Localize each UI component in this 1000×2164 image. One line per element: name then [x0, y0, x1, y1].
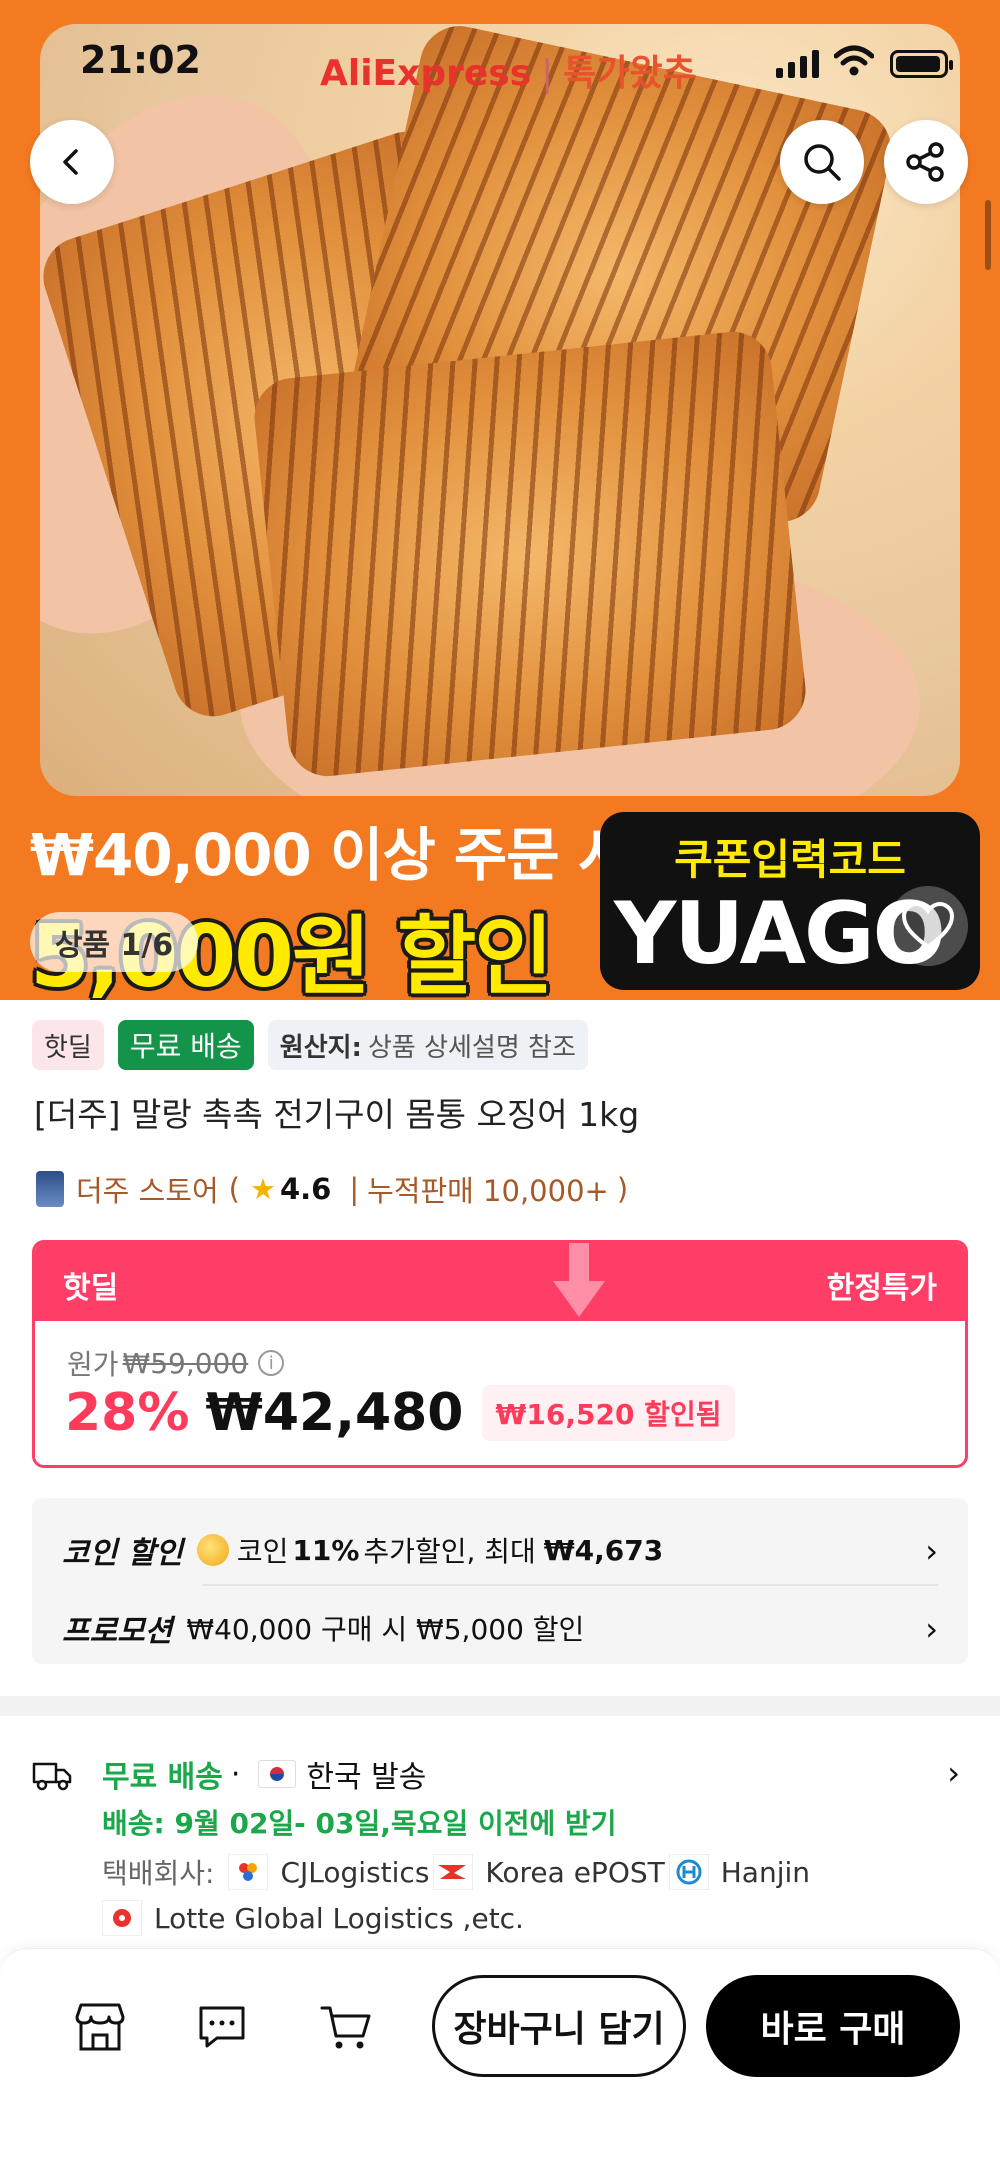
brand-name: AliExpress: [320, 53, 532, 94]
wifi-icon: [834, 45, 874, 76]
store-rating: 4.6: [279, 1172, 332, 1206]
courier-lotte: Lotte Global Logistics ,etc.: [154, 1901, 524, 1935]
origin-badge: 원산지: 상품 상세설명 참조: [267, 1020, 588, 1070]
coin-icon: [196, 1534, 229, 1566]
add-to-cart-button[interactable]: 장바구니 담기: [432, 1975, 686, 2077]
discount-percent: 28%: [65, 1383, 190, 1443]
saved-amount-badge: ₩16,520 할인됨: [481, 1385, 736, 1441]
coin-max: ₩4,673: [543, 1533, 664, 1567]
hot-deal-badge: 핫딜: [32, 1020, 104, 1070]
image-counter: 상품 1/6: [30, 912, 198, 972]
original-price-label: 원가: [67, 1348, 119, 1381]
price-header: 핫딜 한정특가: [35, 1243, 965, 1321]
shipping-dot: ·: [230, 1756, 241, 1792]
status-time: 21:02: [80, 38, 201, 82]
coin-percent: 11%: [292, 1533, 360, 1567]
store-link[interactable]: 더주 스토어 ( ★ 4.6 | 누적판매 10,000+ ): [36, 1168, 628, 1210]
free-shipping-label: 무료 배송: [102, 1760, 223, 1795]
info-icon[interactable]: i: [258, 1350, 285, 1376]
coin-discount-row[interactable]: 코인 할인 코인 11% 추가할인, 최대 ₩4,673 ›: [62, 1528, 938, 1572]
product-image-gallery[interactable]: ₩40,000 이상 주문 시 5,000원 할인 쿠폰입력코드 YUAGO 2…: [0, 0, 1000, 1000]
wishlist-button[interactable]: [888, 886, 968, 966]
epost-logo-icon: [433, 1854, 474, 1890]
ship-from: 한국 발송: [306, 1760, 427, 1795]
heart-icon: [901, 901, 955, 950]
brand-divider: |: [541, 53, 554, 94]
share-icon: [906, 142, 944, 182]
price-box: 핫딜 한정특가 원가 ₩59,000 i 28% ₩42,480 ₩16,520…: [32, 1240, 968, 1468]
signal-icon: [776, 48, 819, 78]
coin-text-mid: 추가할인, 최대: [363, 1535, 536, 1568]
cart-icon: [320, 2006, 371, 2049]
hot-deal-label: 핫딜: [63, 1271, 119, 1306]
share-button[interactable]: [884, 120, 968, 204]
cj-logo-icon: [228, 1854, 269, 1890]
promotion-row[interactable]: 프로모션 ₩40,000 구매 시 ₩5,000 할인 ›: [62, 1606, 938, 1650]
courier-cj: CJLogistics: [280, 1855, 430, 1889]
promo-threshold: ₩40,000 이상 주문 시: [30, 821, 631, 889]
brand-header: AliExpress | 특가왔추: [320, 44, 696, 96]
korea-flag-icon: [258, 1760, 297, 1788]
chevron-left-icon: [63, 149, 78, 175]
coupon-label: 쿠폰입력코드: [674, 835, 906, 884]
lotte-logo-icon: [102, 1900, 142, 1936]
store-sales: 누적판매 10,000+: [367, 1174, 609, 1208]
original-price-row: 원가 ₩59,000 i: [67, 1343, 285, 1383]
courier-row: 택배회사: CJLogistics Korea ePOST Hanjin: [102, 1852, 810, 1892]
paren-close: ): [616, 1172, 629, 1206]
limited-offer-label: 한정특가: [826, 1271, 937, 1306]
section-divider: [0, 1696, 1000, 1716]
coin-discount-label: 코인 할인: [62, 1536, 183, 1571]
current-price: ₩42,480: [205, 1383, 464, 1443]
buy-now-button[interactable]: 바로 구매: [706, 1975, 960, 2077]
current-price-row: 28% ₩42,480 ₩16,520 할인됨: [65, 1383, 736, 1443]
store-separator: |: [349, 1172, 360, 1206]
campaign-name: 특가왔추: [563, 53, 696, 94]
cart-button[interactable]: [316, 1997, 376, 2057]
chevron-right-icon: ›: [925, 1532, 938, 1570]
chat-icon: [199, 2006, 245, 2048]
store-name: 더주 스토어: [76, 1174, 219, 1208]
paren-open: (: [228, 1172, 240, 1206]
courier-hanjin: Hanjin: [720, 1855, 810, 1889]
squid-piece: [250, 327, 810, 781]
chevron-right-icon: ›: [925, 1610, 938, 1648]
store-icon: [75, 2003, 125, 2051]
scrollbar[interactable]: [985, 200, 991, 270]
back-button[interactable]: [30, 120, 114, 204]
coin-text-prefix: 코인: [236, 1535, 289, 1568]
divider: [202, 1584, 938, 1586]
delivery-estimate: 배송: 9월 02일- 03일,목요일 이전에 받기: [102, 1807, 617, 1840]
hanjin-logo-icon: [668, 1854, 709, 1890]
battery-icon: [890, 50, 953, 78]
arrow-down-icon: [553, 1243, 605, 1317]
search-button[interactable]: [780, 120, 864, 204]
origin-value: 상품 상세설명 참조: [367, 1032, 576, 1063]
store-button[interactable]: [70, 1997, 130, 2057]
courier-row-2: Lotte Global Logistics ,etc.: [102, 1900, 524, 1936]
courier-label: 택배회사:: [102, 1857, 215, 1890]
promotion-text: ₩40,000 구매 시 ₩5,000 할인: [186, 1613, 585, 1646]
store-logo: [36, 1171, 64, 1207]
shipping-section[interactable]: 무료 배송 · 한국 발송 배송: 9월 02일- 03일,목요일 이전에 받기…: [0, 1740, 1000, 1940]
discount-card: 코인 할인 코인 11% 추가할인, 최대 ₩4,673 › 프로모션 ₩40,…: [32, 1498, 968, 1664]
promotion-label: 프로모션: [62, 1614, 173, 1649]
original-price: ₩59,000: [122, 1346, 249, 1380]
free-shipping-badge: 무료 배송: [117, 1020, 254, 1070]
shipping-summary: 무료 배송 · 한국 발송: [102, 1752, 426, 1796]
product-badges: 핫딜 무료 배송 원산지: 상품 상세설명 참조: [32, 1020, 588, 1070]
star-icon: ★: [249, 1172, 276, 1206]
origin-label: 원산지:: [279, 1032, 362, 1063]
search-icon: [804, 144, 841, 181]
truck-icon: [32, 1762, 72, 1791]
bottom-action-bar: 장바구니 담기 바로 구매: [0, 1948, 1000, 2164]
chevron-right-icon: ›: [947, 1754, 960, 1792]
chat-button[interactable]: [192, 1997, 252, 2057]
courier-epost: Korea ePOST: [485, 1855, 665, 1889]
product-title: [더주] 말랑 촉촉 전기구이 몸통 오징어 1kg: [34, 1095, 640, 1134]
